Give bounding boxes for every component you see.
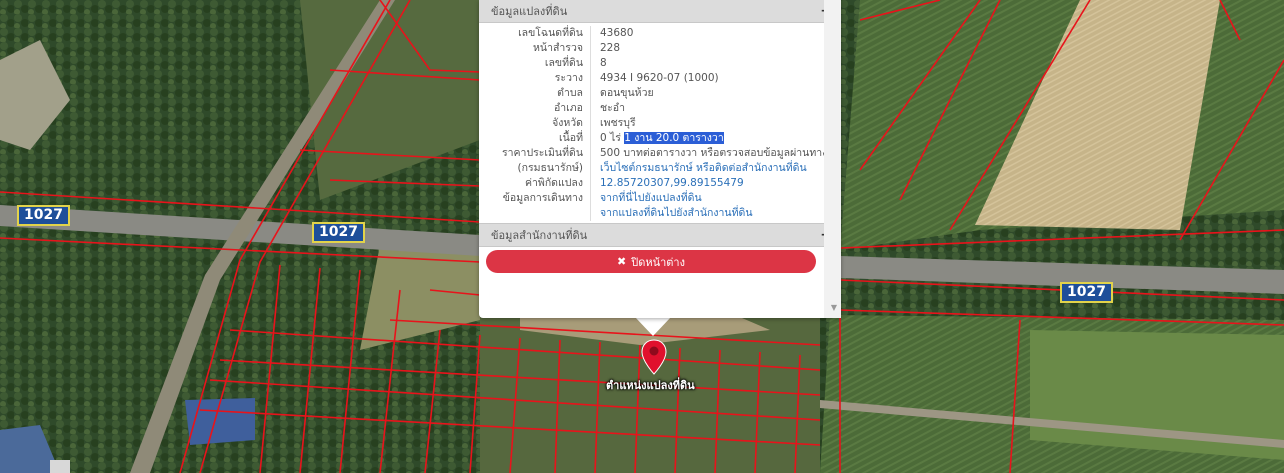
row-label: ระวาง xyxy=(479,71,591,86)
map-pin-icon[interactable] xyxy=(641,339,667,375)
row-label: ข้อมูลการเดินทาง xyxy=(479,191,591,206)
row-value: เว็บไซต์กรมธนารักษ์ หรือติดต่อสำนักงานที… xyxy=(591,161,807,176)
row-label: (กรมธนารักษ์) xyxy=(479,161,591,176)
popup-scrollbar[interactable]: ▼ xyxy=(824,0,841,318)
close-window-label: ปิดหน้าต่าง xyxy=(631,255,685,269)
row-value: 500 บาทต่อตารางวา หรือตรวจสอบข้อมูลผ่านท… xyxy=(600,147,828,159)
popup-pointer xyxy=(635,317,671,336)
row-label xyxy=(479,206,591,221)
row-label: เลขโฉนดที่ดิน xyxy=(479,26,591,41)
close-window-button[interactable]: ✖ ปิดหน้าต่าง xyxy=(486,250,816,273)
row-directions: ข้อมูลการเดินทาง จากที่นี่ไปยังแปลงที่ดิ… xyxy=(479,191,841,206)
row-district: อำเภอ ชะอำ xyxy=(479,101,841,116)
road-label-1027-left: 1027 xyxy=(17,205,70,226)
row-subdistrict: ตำบล ดอนขุนห้วย xyxy=(479,86,841,101)
row-label: เนื้อที่ xyxy=(479,131,591,146)
marker-label: ตำแหน่งแปลงที่ดิน xyxy=(606,379,695,392)
row-value: 228 xyxy=(600,42,621,54)
row-directions-office: จากแปลงที่ดินไปยังสำนักงานที่ดิน xyxy=(479,206,841,221)
row-value: ชะอำ xyxy=(600,102,625,114)
coordinates-link[interactable]: 12.85720307,99.89155479 xyxy=(600,177,744,189)
row-label: ตำบล xyxy=(479,86,591,101)
row-label: จังหวัด xyxy=(479,116,591,131)
row-coordinates: ค่าพิกัดแปลง 12.85720307,99.89155479 xyxy=(479,176,841,191)
parcel-info-title: ข้อมูลแปลงที่ดิน xyxy=(491,5,568,18)
parcel-info-popup: ข้อมูลแปลงที่ดิน − เลขโฉนดที่ดิน 43680 ห… xyxy=(479,0,841,318)
road-label-1027-right: 1027 xyxy=(1060,282,1113,303)
row-value: จากที่นี่ไปยังแปลงที่ดิน xyxy=(591,191,702,206)
row-label: ราคาประเมินที่ดิน xyxy=(479,146,591,161)
row-map-sheet: ระวาง 4934 I 9620-07 (1000) xyxy=(479,71,841,86)
row-value: จากแปลงที่ดินไปยังสำนักงานที่ดิน xyxy=(591,206,753,221)
land-office-header[interactable]: ข้อมูลสำนักงานที่ดิน + xyxy=(479,223,841,247)
parcel-info-table: เลขโฉนดที่ดิน 43680 หน้าสำรวจ 228 เลขที่… xyxy=(479,23,841,223)
row-appraisal-price: ราคาประเมินที่ดิน 500 บาทต่อตารางวา หรือ… xyxy=(479,146,841,161)
treasury-website-link[interactable]: เว็บไซต์กรมธนารักษ์ หรือติดต่อสำนักงานที… xyxy=(600,162,807,174)
close-icon: ✖ xyxy=(617,255,627,268)
scroll-down-arrow-icon[interactable]: ▼ xyxy=(831,303,837,312)
row-value: 0 ไร่ 1 งาน 20.0 ตารางวา xyxy=(591,131,724,146)
row-value: ดอนขุนห้วย xyxy=(600,87,654,99)
row-value: 43680 xyxy=(600,27,634,39)
road-label-1027-center: 1027 xyxy=(312,222,365,243)
row-label: ค่าพิกัดแปลง xyxy=(479,176,591,191)
row-value: 12.85720307,99.89155479 xyxy=(591,176,744,191)
row-treasury-link: (กรมธนารักษ์) เว็บไซต์กรมธนารักษ์ หรือติ… xyxy=(479,161,841,176)
row-label: อำเภอ xyxy=(479,101,591,116)
row-survey-page: หน้าสำรวจ 228 xyxy=(479,41,841,56)
land-office-title: ข้อมูลสำนักงานที่ดิน xyxy=(491,229,588,242)
directions-to-office-link[interactable]: จากแปลงที่ดินไปยังสำนักงานที่ดิน xyxy=(600,207,753,219)
row-area: เนื้อที่ 0 ไร่ 1 งาน 20.0 ตารางวา xyxy=(479,131,841,146)
area-prefix: 0 ไร่ xyxy=(600,132,625,144)
row-value: 4934 I 9620-07 (1000) xyxy=(600,72,719,84)
row-value: 8 xyxy=(600,57,607,69)
row-province: จังหวัด เพชรบุรี xyxy=(479,116,841,131)
row-label: หน้าสำรวจ xyxy=(479,41,591,56)
row-land-number: เลขที่ดิน 8 xyxy=(479,56,841,71)
area-highlight: 1 งาน 20.0 ตารางวา xyxy=(624,132,724,144)
row-value: เพชรบุรี xyxy=(600,117,636,129)
directions-to-parcel-link[interactable]: จากที่นี่ไปยังแปลงที่ดิน xyxy=(600,192,702,204)
row-label: เลขที่ดิน xyxy=(479,56,591,71)
row-deed-number: เลขโฉนดที่ดิน 43680 xyxy=(479,26,841,41)
parcel-info-header[interactable]: ข้อมูลแปลงที่ดิน − xyxy=(479,0,841,23)
